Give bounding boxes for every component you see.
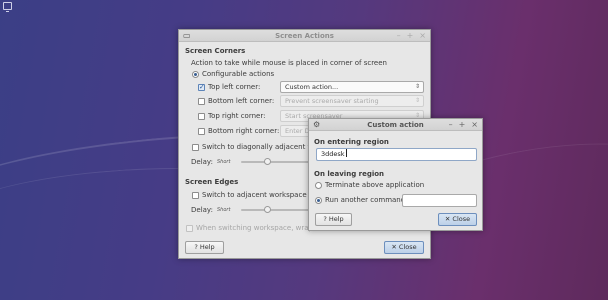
terminate-radio[interactable] <box>315 182 322 189</box>
close-icon[interactable]: × <box>419 31 426 40</box>
titlebar[interactable]: ▭ Screen Actions – + × <box>179 30 430 42</box>
configurable-actions-radio[interactable] <box>192 71 199 78</box>
entering-command-value: 3ddesk <box>321 150 345 158</box>
close-button[interactable]: ✕ Close <box>384 241 424 254</box>
window-controls: – + × <box>397 31 426 40</box>
close-x-icon: ✕ <box>391 243 397 251</box>
entering-region-heading: On entering region <box>314 138 389 146</box>
run-command-label: Run another command: <box>325 196 408 204</box>
top-left-corner-select[interactable]: Custom action... ⇕ <box>280 81 424 93</box>
text-caret <box>345 149 347 157</box>
configurable-actions-label: Configurable actions <box>202 70 275 78</box>
wrap-workspace-checkbox[interactable] <box>186 225 193 232</box>
bottom-left-corner-select[interactable]: Prevent screensaver starting ⇕ <box>280 95 424 107</box>
corners-description: Action to take while mouse is placed in … <box>191 59 387 67</box>
run-command-radio[interactable] <box>315 197 322 204</box>
edge-delay-short: Short <box>217 207 231 213</box>
window-title: Screen Actions <box>275 32 334 40</box>
entering-command-input[interactable]: 3ddesk <box>316 148 477 161</box>
minimize-icon[interactable]: – <box>449 120 453 129</box>
edge-delay-slider-handle[interactable] <box>264 206 272 213</box>
select-value: Enter D <box>285 127 310 135</box>
dialog-close-button[interactable]: ✕ Close <box>438 213 477 226</box>
dialog-help-label: Help <box>328 215 344 223</box>
corner-delay-slider-handle[interactable] <box>264 158 272 165</box>
maximize-icon[interactable]: + <box>459 120 466 129</box>
run-command-input[interactable] <box>402 194 477 207</box>
terminate-label: Terminate above application <box>325 181 425 189</box>
bottom-right-corner-label: Bottom right corner: <box>208 127 280 135</box>
help-button-label: Help <box>199 243 215 251</box>
custom-action-dialog: ⚙ Custom action – + × On entering region… <box>308 118 483 231</box>
help-button[interactable]: ? Help <box>185 241 224 254</box>
help-icon: ? <box>194 243 198 251</box>
help-icon: ? <box>323 215 327 223</box>
top-left-corner-checkbox[interactable] <box>198 83 205 91</box>
close-button-label: Close <box>398 243 417 251</box>
top-right-corner-label: Top right corner: <box>208 112 266 120</box>
top-right-corner-checkbox[interactable] <box>198 113 205 120</box>
dialog-controls: – + × <box>449 120 478 129</box>
bottom-left-corner-label: Bottom left corner: <box>208 97 275 105</box>
diagonal-switch-label: Switch to diagonally adjacent wo <box>202 143 318 151</box>
select-value: Custom action... <box>285 83 339 91</box>
edge-switch-checkbox[interactable] <box>192 192 199 199</box>
screen-corners-heading: Screen Corners <box>185 47 246 55</box>
close-x-icon: ✕ <box>444 215 451 223</box>
chevron-updown-icon: ⇕ <box>414 83 420 90</box>
chevron-updown-icon: ⇕ <box>414 97 420 104</box>
maximize-icon[interactable]: + <box>407 31 414 40</box>
edge-switch-label: Switch to adjacent workspace wh <box>202 191 320 199</box>
top-left-corner-label: Top left corner: <box>208 83 261 91</box>
bottom-left-corner-checkbox[interactable] <box>198 98 205 105</box>
screen-edges-heading: Screen Edges <box>185 178 239 186</box>
dialog-titlebar[interactable]: ⚙ Custom action – + × <box>309 119 482 131</box>
minimize-icon[interactable]: – <box>397 31 401 40</box>
leaving-region-heading: On leaving region <box>314 170 385 178</box>
close-icon[interactable]: × <box>471 120 478 129</box>
monitor-icon[interactable] <box>3 2 12 12</box>
edge-delay-label: Delay: <box>191 206 213 214</box>
select-value: Prevent screensaver starting <box>285 97 379 105</box>
diagonal-switch-checkbox[interactable] <box>192 144 199 151</box>
dialog-close-label: Close <box>452 215 471 223</box>
dialog-help-button[interactable]: ? Help <box>315 213 352 226</box>
wrap-workspace-label: When switching workspace, wrap a <box>196 224 320 232</box>
bottom-right-corner-checkbox[interactable] <box>198 128 205 135</box>
corner-delay-label: Delay: <box>191 158 213 166</box>
corner-delay-short: Short <box>217 159 231 165</box>
